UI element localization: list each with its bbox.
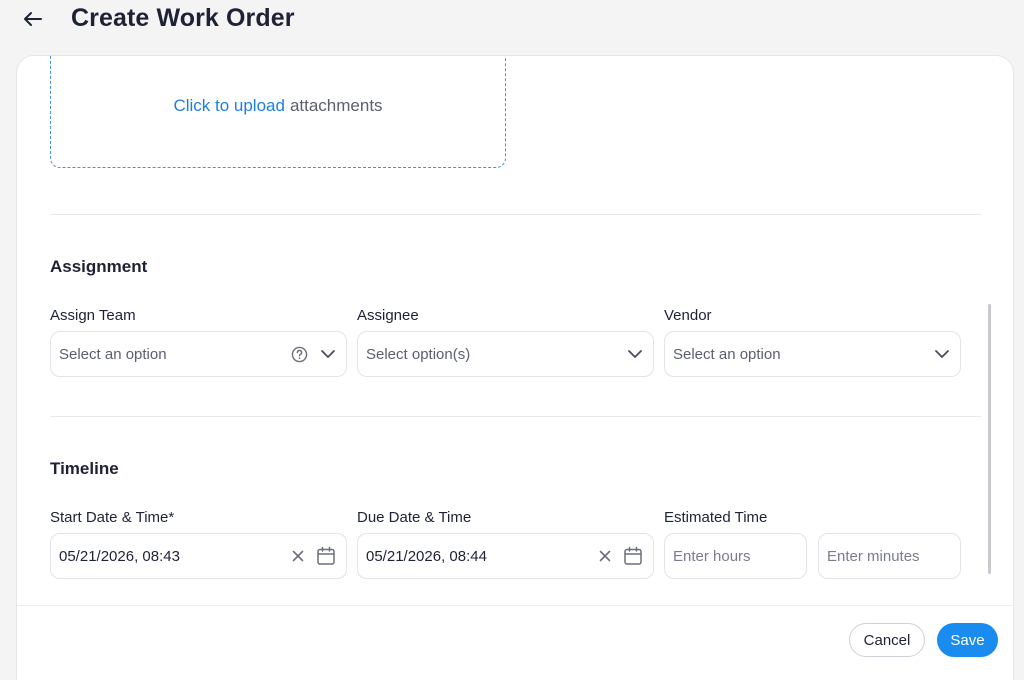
- chevron-down-icon[interactable]: [320, 349, 336, 359]
- start-date-input[interactable]: 05/21/2026, 08:43: [50, 533, 347, 579]
- calendar-icon[interactable]: [623, 546, 643, 566]
- estimated-hours-input[interactable]: [673, 547, 796, 565]
- due-date-value: 05/21/2026, 08:44: [366, 547, 487, 565]
- assignment-section-title: Assignment: [50, 257, 148, 276]
- vendor-placeholder: Select an option: [673, 345, 781, 363]
- vendor-select[interactable]: Select an option: [664, 331, 961, 377]
- upload-link[interactable]: Click to upload: [173, 96, 285, 116]
- section-divider: [50, 416, 981, 417]
- estimated-minutes-input[interactable]: [827, 547, 950, 565]
- vendor-label: Vendor: [664, 307, 712, 324]
- chevron-down-icon[interactable]: [627, 349, 643, 359]
- arrow-left-icon: [24, 12, 42, 26]
- page-title: Create Work Order: [71, 4, 295, 32]
- work-order-form: Click to upload attachments Assignment A…: [16, 55, 1014, 680]
- back-button[interactable]: [20, 6, 46, 32]
- timeline-section-title: Timeline: [50, 459, 119, 478]
- help-circle-icon[interactable]: [291, 346, 308, 363]
- attachment-upload-area[interactable]: Click to upload attachments: [50, 56, 506, 168]
- due-date-label: Due Date & Time: [357, 509, 472, 526]
- scrollbar[interactable]: [988, 304, 991, 574]
- footer-divider: [17, 605, 1013, 606]
- section-divider: [50, 214, 981, 215]
- start-date-label: Start Date & Time*: [50, 509, 175, 526]
- assignee-label: Assignee: [357, 307, 419, 324]
- assignee-placeholder: Select option(s): [366, 345, 471, 363]
- top-bar: Create Work Order: [0, 0, 1024, 46]
- assign-team-label: Assign Team: [50, 307, 136, 324]
- start-date-value: 05/21/2026, 08:43: [59, 547, 180, 565]
- assign-team-placeholder: Select an option: [59, 345, 167, 363]
- clear-icon[interactable]: [599, 550, 611, 562]
- estimated-minutes-field[interactable]: [818, 533, 961, 579]
- chevron-down-icon[interactable]: [934, 349, 950, 359]
- estimated-hours-field[interactable]: [664, 533, 807, 579]
- assign-team-select[interactable]: Select an option: [50, 331, 347, 377]
- calendar-icon[interactable]: [316, 546, 336, 566]
- cancel-button[interactable]: Cancel: [849, 623, 925, 657]
- due-date-input[interactable]: 05/21/2026, 08:44: [357, 533, 654, 579]
- upload-label: attachments: [289, 96, 383, 115]
- estimated-time-label: Estimated Time: [664, 509, 768, 526]
- save-button[interactable]: Save: [937, 623, 998, 657]
- assignee-select[interactable]: Select option(s): [357, 331, 654, 377]
- clear-icon[interactable]: [292, 550, 304, 562]
